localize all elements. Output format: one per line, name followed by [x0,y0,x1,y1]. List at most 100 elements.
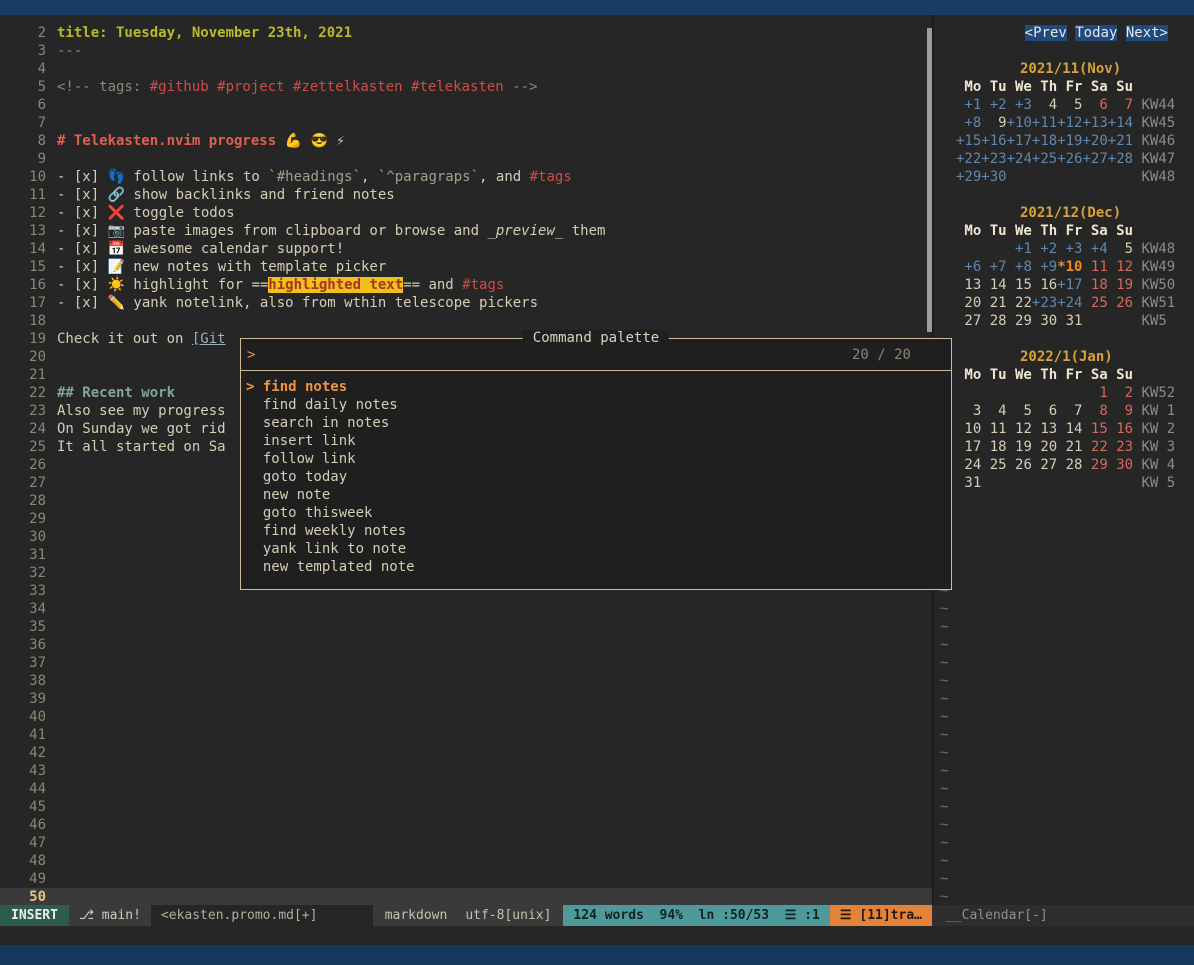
calendar-day[interactable]: +12 [1057,115,1082,131]
calendar-day[interactable]: 30 [1108,457,1133,473]
calendar-day[interactable]: 16 [1108,421,1133,437]
calendar-day[interactable]: 31 [956,475,981,491]
calendar-day[interactable]: +26 [1057,151,1082,167]
calendar-day[interactable]: +19 [1057,133,1082,149]
calendar-day[interactable]: 21 [981,295,1006,311]
calendar-day[interactable]: +24 [1057,295,1082,311]
calendar-day[interactable]: 26 [1007,457,1032,473]
calendar-day[interactable]: 18 [981,439,1006,455]
palette-item[interactable]: find daily notes [246,396,951,414]
calendar-day[interactable]: 31 [1057,313,1082,329]
editor-line[interactable]: 45 [0,798,932,816]
palette-item[interactable]: search in notes [246,414,951,432]
editor-line[interactable]: 42 [0,744,932,762]
calendar-day[interactable]: 12 [1108,259,1133,275]
calendar-day[interactable]: +16 [981,133,1006,149]
palette-item[interactable]: find weekly notes [246,522,951,540]
calendar-day[interactable]: 6 [1032,403,1057,419]
calendar-day[interactable]: +2 [981,97,1006,113]
calendar-day[interactable]: 9 [1108,403,1133,419]
calendar-day[interactable]: 22 [1007,295,1032,311]
calendar-day[interactable]: 4 [1032,97,1057,113]
calendar-day[interactable]: +9 [1032,259,1057,275]
calendar-day[interactable]: 24 [956,457,981,473]
calendar-day[interactable]: +22 [956,151,981,167]
calendar-day[interactable]: 11 [1082,259,1107,275]
calendar-day[interactable]: 28 [981,313,1006,329]
editor-line[interactable]: 47 [0,834,932,852]
calendar-day[interactable]: +2 [1032,241,1057,257]
editor-line[interactable]: 48 [0,852,932,870]
palette-item[interactable]: goto today [246,468,951,486]
calendar-day[interactable]: 13 [956,277,981,293]
palette-item[interactable]: goto thisweek [246,504,951,522]
calendar-day[interactable]: 14 [1057,421,1082,437]
calendar-day[interactable]: 20 [1032,439,1057,455]
calendar-day[interactable]: +29 [956,169,981,185]
palette-item[interactable]: > find notes [246,378,951,396]
editor-line[interactable]: 7 [0,114,932,132]
calendar-day[interactable]: 12 [1007,421,1032,437]
editor-line[interactable]: 17- [x] ✏️ yank notelink, also from wthi… [0,294,932,312]
calendar-today-button[interactable]: Today [1075,25,1117,41]
editor-line[interactable]: 4 [0,60,932,78]
editor-line[interactable]: 6 [0,96,932,114]
calendar-day[interactable]: +28 [1108,151,1133,167]
editor-line[interactable]: 8# Telekasten.nvim progress 💪 😎 ⚡ [0,132,932,150]
calendar-day[interactable]: 27 [1032,457,1057,473]
calendar-day[interactable]: 28 [1057,457,1082,473]
calendar-day[interactable]: +3 [1007,97,1032,113]
calendar-day[interactable]: *10 [1057,259,1082,275]
calendar-day[interactable]: 16 [1032,277,1057,293]
editor-line[interactable]: 13- [x] 📷 paste images from clipboard or… [0,222,932,240]
calendar-day[interactable]: 5 [1007,403,1032,419]
calendar-day[interactable]: 30 [1032,313,1057,329]
calendar-day[interactable]: 5 [1108,241,1133,257]
calendar-day[interactable]: +1 [956,97,981,113]
scrollbar-thumb[interactable] [927,28,932,332]
editor-line[interactable]: 43 [0,762,932,780]
calendar-day[interactable]: +21 [1108,133,1133,149]
editor-line[interactable]: 40 [0,708,932,726]
calendar-day[interactable]: +7 [981,259,1006,275]
editor-line[interactable]: 36 [0,636,932,654]
calendar-day[interactable]: +30 [981,169,1006,185]
editor-line[interactable]: 49 [0,870,932,888]
palette-item[interactable]: follow link [246,450,951,468]
calendar-day[interactable]: +14 [1108,115,1133,131]
calendar-day[interactable]: 29 [1007,313,1032,329]
calendar-day[interactable]: +8 [956,115,981,131]
editor-line[interactable]: 5<!-- tags: #github #project #zettelkast… [0,78,932,96]
calendar-day[interactable]: 19 [1007,439,1032,455]
editor-line[interactable]: 50 [0,888,932,905]
calendar-day[interactable]: +15 [956,133,981,149]
calendar-day[interactable]: 25 [1082,295,1107,311]
calendar-day[interactable]: +6 [956,259,981,275]
calendar-day[interactable]: +25 [1032,151,1057,167]
calendar-day[interactable]: 22 [1082,439,1107,455]
editor-line[interactable]: 3--- [0,42,932,60]
editor-line[interactable]: 10- [x] 👣 follow links to `#headings`, `… [0,168,932,186]
calendar-day[interactable]: 15 [1007,277,1032,293]
calendar-day[interactable]: 25 [981,457,1006,473]
editor-line[interactable]: 44 [0,780,932,798]
calendar-day[interactable]: 19 [1108,277,1133,293]
calendar-day[interactable]: +20 [1082,133,1107,149]
calendar-day[interactable]: 2 [1108,385,1133,401]
calendar-day[interactable]: +17 [1057,277,1082,293]
calendar-day[interactable]: +13 [1082,115,1107,131]
calendar-day[interactable]: 15 [1082,421,1107,437]
editor-line[interactable]: 38 [0,672,932,690]
calendar-day[interactable]: 13 [1032,421,1057,437]
calendar-day[interactable]: 7 [1057,403,1082,419]
editor-line[interactable]: 14- [x] 📅 awesome calendar support! [0,240,932,258]
calendar-day[interactable]: 3 [956,403,981,419]
calendar-day[interactable]: +17 [1007,133,1032,149]
editor-line[interactable]: 9 [0,150,932,168]
calendar-day[interactable]: 18 [1082,277,1107,293]
calendar-day[interactable]: +11 [1032,115,1057,131]
calendar-day[interactable]: +1 [1007,241,1032,257]
palette-item[interactable]: insert link [246,432,951,450]
editor-line[interactable]: 11- [x] 🔗 show backlinks and friend note… [0,186,932,204]
calendar-day[interactable]: 8 [1082,403,1107,419]
